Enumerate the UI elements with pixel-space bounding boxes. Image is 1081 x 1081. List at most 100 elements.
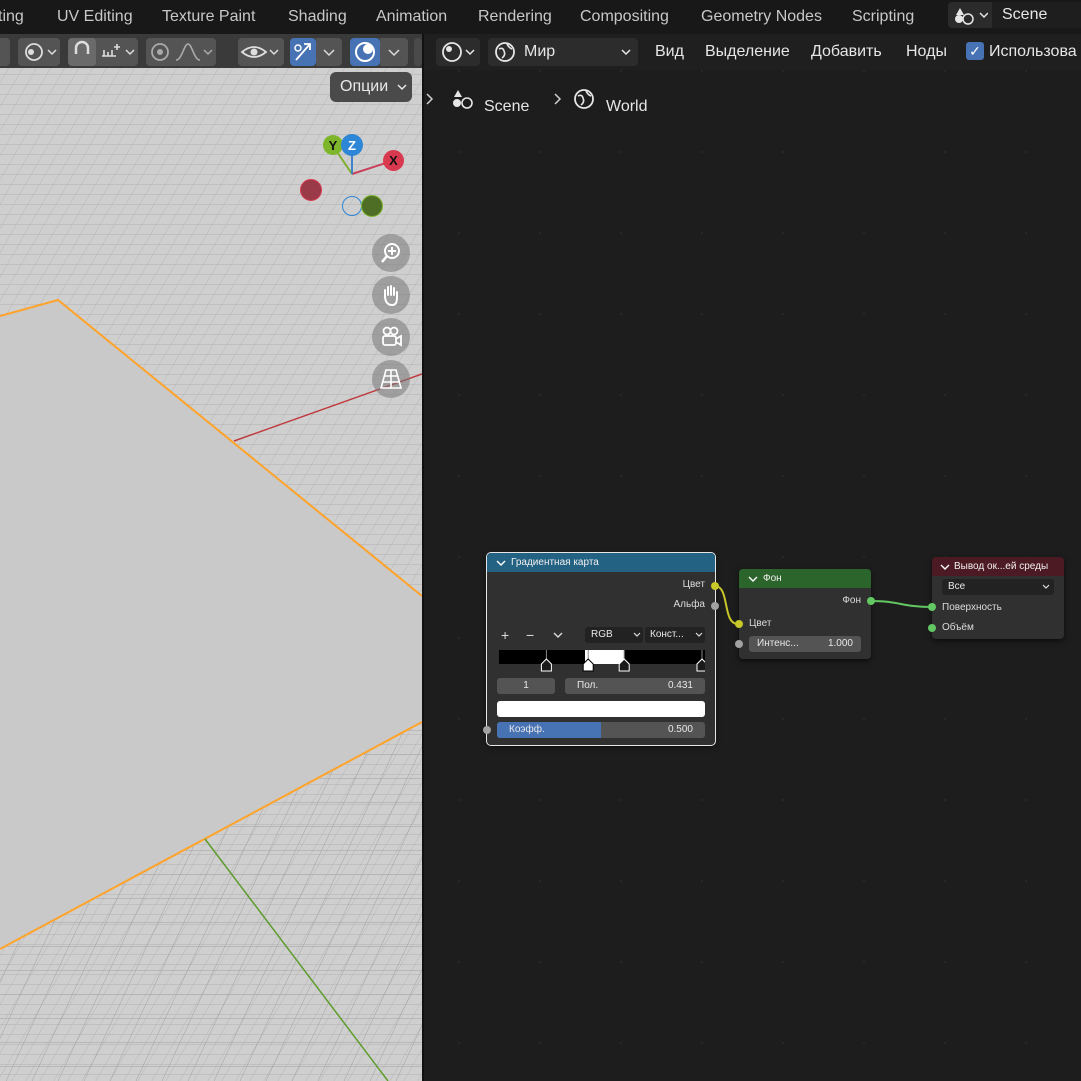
active-stop-index[interactable]: 1 (497, 678, 555, 694)
tab-geometry-nodes[interactable]: Geometry Nodes (701, 0, 822, 34)
camera-view-button[interactable] (372, 318, 410, 356)
stop-position-field[interactable]: Пол. 0.431 (565, 678, 705, 694)
xray-toggle-button[interactable] (414, 38, 422, 66)
mode-select-button[interactable] (0, 38, 10, 66)
options-label: Опции (340, 78, 389, 95)
gizmo-z-axis[interactable]: Z (341, 134, 363, 156)
output-target-select[interactable]: Все (942, 579, 1054, 595)
output-color-label: Цвет (682, 579, 705, 590)
gizmo-dropdown[interactable] (316, 38, 342, 66)
stop-color-swatch[interactable] (497, 701, 705, 717)
gizmo-neg-x-axis[interactable] (300, 179, 322, 201)
chevron-down-icon (695, 632, 703, 637)
menu-select[interactable]: Выделение (705, 34, 790, 70)
background-strength-input-socket[interactable] (735, 640, 743, 648)
gizmo-x-axis[interactable]: X (383, 150, 404, 171)
output-alpha-label: Альфа (673, 599, 705, 610)
chevron-down-icon (323, 49, 335, 57)
collapse-chevron-icon[interactable] (748, 574, 758, 584)
scene-icon (453, 90, 473, 109)
interpolation-value: Конст... (650, 629, 684, 640)
gizmo-neg-y-axis[interactable] (361, 195, 383, 217)
ramp-menu-chevron-icon[interactable] (552, 631, 564, 641)
menu-node[interactable]: Ноды (906, 34, 947, 70)
tab-scripting[interactable]: Scripting (852, 0, 914, 34)
collapse-chevron-icon[interactable] (496, 558, 506, 568)
breadcrumb-world[interactable]: World (606, 99, 648, 115)
chevron-down-icon (633, 632, 641, 637)
stop-position-label: Пол. (577, 680, 599, 691)
pan-button[interactable] (372, 276, 410, 314)
color-ramp-alpha-output-socket[interactable] (711, 602, 719, 610)
tab-rendering[interactable]: Rendering (478, 0, 552, 34)
collapse-chevron-icon[interactable] (940, 562, 950, 572)
chevron-down-icon (621, 49, 631, 56)
world-output-volume-socket[interactable] (928, 624, 936, 632)
pivot-icon (25, 43, 57, 61)
zoom-button[interactable] (372, 234, 410, 272)
output-target-value: Все (948, 581, 966, 592)
proportional-editing-button[interactable] (146, 38, 216, 66)
color-mode-select[interactable]: RGB (585, 627, 643, 643)
3d-viewport[interactable]: Y Z X (0, 34, 422, 1081)
factor-slider[interactable]: Коэфф. 0.500 (497, 722, 705, 738)
tab-animation[interactable]: Animation (376, 0, 447, 34)
color-ramp-color-output-socket[interactable] (711, 582, 719, 590)
tab-layout[interactable]: ting (0, 0, 24, 34)
chevron-down-icon (397, 84, 407, 91)
gizmo-toggle-button[interactable] (290, 38, 316, 66)
strength-field[interactable]: Интенс... 1.000 (749, 636, 861, 652)
pivot-point-button[interactable] (18, 38, 60, 66)
visibility-button[interactable] (238, 38, 284, 66)
hand-pan-icon (384, 285, 398, 307)
factor-value: 0.500 (667, 724, 693, 735)
tab-shading[interactable]: Shading (288, 0, 347, 34)
color-ramp-header[interactable]: Градиентная карта (487, 553, 715, 572)
overlays-dropdown[interactable] (380, 38, 408, 66)
background-header[interactable]: Фон (739, 569, 871, 588)
background-color-input-socket[interactable] (735, 620, 743, 628)
node-editor-icon (442, 42, 475, 62)
camera-icon (382, 326, 402, 347)
perspective-toggle-button[interactable] (372, 360, 410, 398)
use-nodes-label: Использова (989, 43, 1077, 60)
gizmo-y-axis[interactable]: Y (323, 135, 343, 155)
overlays-icon (355, 42, 375, 62)
color-ramp-fac-input-socket[interactable] (483, 726, 491, 734)
input-surface-label: Поверхность (942, 602, 1002, 613)
zoom-icon (381, 243, 400, 263)
color-mode-value: RGB (591, 629, 613, 640)
background-node[interactable]: Фон Фон Цвет Интенс... 1.000 (739, 569, 871, 659)
output-background-label: Фон (842, 595, 861, 606)
menu-add[interactable]: Добавить (811, 34, 882, 70)
world-selector[interactable]: Мир (488, 38, 638, 66)
background-output-socket[interactable] (867, 597, 875, 605)
proportional-falloff-icon (151, 43, 213, 61)
strength-label: Интенс... (757, 638, 799, 649)
color-ramp-node[interactable]: Градиентная карта Цвет Альфа + − RGB Кон… (486, 552, 716, 746)
tab-compositing[interactable]: Compositing (580, 0, 669, 34)
gizmo-neg-z-axis[interactable] (342, 196, 362, 216)
tab-texture-paint[interactable]: Texture Paint (162, 0, 255, 34)
interpolation-select[interactable]: Конст... (645, 627, 705, 643)
world-output-header[interactable]: Вывод ок...ей среды (932, 557, 1064, 576)
add-stop-button[interactable]: + (501, 627, 509, 643)
overlays-toggle-button[interactable] (350, 38, 380, 66)
use-nodes-checkbox[interactable]: ✓ (966, 42, 984, 60)
chevron-right-icon (426, 93, 434, 105)
world-output-surface-socket[interactable] (928, 603, 936, 611)
stop-position-value: 0.431 (667, 680, 693, 691)
scene-name-field[interactable]: Scene (992, 2, 1081, 28)
remove-stop-button[interactable]: − (526, 627, 534, 643)
menu-view[interactable]: Вид (655, 34, 684, 70)
snapping-button[interactable] (68, 38, 138, 66)
gizmo-arrows-icon (294, 43, 311, 61)
factor-label: Коэфф. (509, 724, 545, 735)
breadcrumb-scene[interactable]: Scene (484, 99, 529, 115)
color-ramp-bar[interactable] (499, 650, 705, 672)
tab-uv-editing[interactable]: UV Editing (57, 0, 133, 34)
eye-icon (240, 46, 279, 58)
world-output-node[interactable]: Вывод ок...ей среды Все Поверхность Объё… (932, 557, 1064, 639)
editor-type-button[interactable] (436, 38, 480, 66)
options-dropdown[interactable]: Опции (330, 72, 412, 102)
